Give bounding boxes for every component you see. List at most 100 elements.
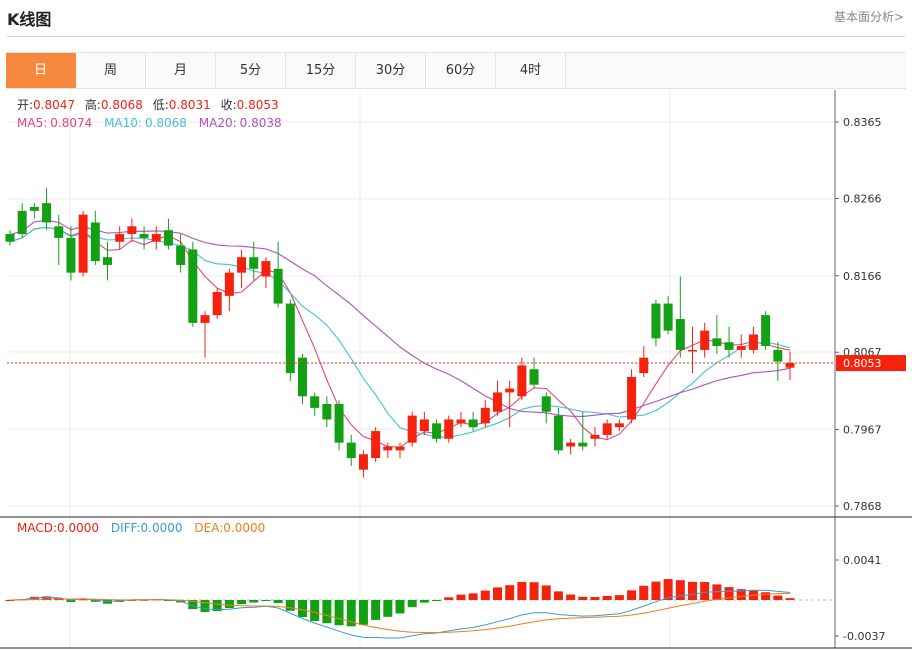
candle <box>493 392 502 412</box>
diff-value: 0.0000 <box>141 521 183 535</box>
macd-bar <box>444 597 454 600</box>
candle <box>151 234 161 242</box>
macd-bar <box>553 591 563 600</box>
macd-bar <box>785 598 795 600</box>
macd-legend: MACD:0.0000 DIFF:0.0000 DEA:0.0000 <box>17 521 265 535</box>
candle <box>736 346 746 350</box>
macd-tick-label: -0.0037 <box>843 630 885 643</box>
candle <box>541 396 551 412</box>
candle <box>785 363 795 368</box>
diff-label: DIFF: <box>111 521 141 535</box>
candle <box>346 442 356 459</box>
macd-bar <box>371 600 381 620</box>
current-price-label: 0.8053 <box>843 357 882 370</box>
candle <box>432 423 442 439</box>
candle <box>224 272 234 296</box>
candle <box>590 434 600 439</box>
candle <box>651 303 661 339</box>
macd-tick-label: 0.0041 <box>843 554 882 567</box>
candle <box>700 330 710 350</box>
price-tick-label: 0.8365 <box>843 116 882 129</box>
candle <box>529 369 539 385</box>
close-value: 0.8053 <box>237 98 279 112</box>
candles <box>5 187 795 478</box>
candle <box>578 442 588 447</box>
candle <box>456 419 466 424</box>
candle <box>5 234 15 242</box>
candle <box>212 291 222 316</box>
macd-bar <box>273 600 283 604</box>
candle <box>176 245 186 265</box>
macd-bar <box>627 590 637 600</box>
candle <box>139 234 149 238</box>
macd-bar <box>322 600 332 624</box>
macd-bar <box>237 600 247 605</box>
candle <box>553 415 563 451</box>
macd-bar <box>541 585 551 600</box>
grid <box>7 90 835 648</box>
ma10-label: MA10: <box>104 116 142 130</box>
macd-bar <box>614 595 624 600</box>
macd-bar <box>298 600 307 618</box>
macd-bar <box>358 600 368 625</box>
ohlc-legend: 开:0.8047 高:0.8068 低:0.8031 收:0.8053 <box>17 97 279 112</box>
candle <box>773 349 783 362</box>
kline-chart[interactable]: 0.83650.82660.81660.80670.79670.78680.80… <box>0 0 912 651</box>
macd-panel <box>5 579 835 639</box>
candle <box>66 237 76 273</box>
macd-bar <box>407 600 417 608</box>
macd-bar <box>419 600 429 603</box>
open-label: 开: <box>17 98 33 112</box>
macd-bar <box>432 600 442 601</box>
candle <box>712 338 722 347</box>
ma10-value: 0.8068 <box>145 116 187 130</box>
macd-bar <box>505 585 515 600</box>
candle <box>566 442 576 447</box>
candle <box>468 419 478 428</box>
price-tick-label: 0.7868 <box>843 500 882 513</box>
axes: 0.83650.82660.81660.80670.79670.78680.80… <box>0 90 912 649</box>
candle <box>200 315 210 323</box>
candle <box>29 206 39 211</box>
candle <box>90 222 100 262</box>
candle <box>322 404 332 420</box>
macd-bar <box>590 597 600 600</box>
macd-bar <box>468 593 478 600</box>
candle <box>273 268 283 304</box>
candle <box>163 230 173 246</box>
candle <box>54 226 64 238</box>
high-value: 0.8068 <box>101 98 143 112</box>
candle <box>188 249 198 323</box>
candle <box>310 396 320 408</box>
macd-bar <box>383 600 393 617</box>
moving-average-lines <box>9 219 791 448</box>
candle <box>505 388 515 393</box>
dea-label: DEA: <box>194 521 223 535</box>
candle <box>358 454 368 470</box>
candle <box>444 419 454 439</box>
candle <box>688 349 697 352</box>
price-tick-label: 0.8266 <box>843 192 882 205</box>
candle <box>103 257 112 265</box>
candle <box>602 423 612 435</box>
macd-bar <box>261 600 271 601</box>
candle <box>748 334 758 350</box>
ma5-label: MA5: <box>17 116 47 130</box>
macd-bar <box>456 594 466 600</box>
ma20-label: MA20: <box>199 116 237 130</box>
macd-bar <box>529 582 539 600</box>
ma20-line <box>9 219 791 417</box>
high-label: 高: <box>85 97 101 112</box>
candle <box>663 303 673 331</box>
macd-bar <box>285 600 295 611</box>
candle <box>115 234 125 242</box>
candle <box>383 446 393 451</box>
candle <box>42 203 52 223</box>
candle <box>249 257 259 269</box>
open-value: 0.8047 <box>33 98 75 112</box>
macd-bar <box>700 581 710 600</box>
candle <box>627 376 637 420</box>
candle <box>639 357 649 374</box>
candle <box>419 419 429 432</box>
ma5-line <box>9 226 791 448</box>
